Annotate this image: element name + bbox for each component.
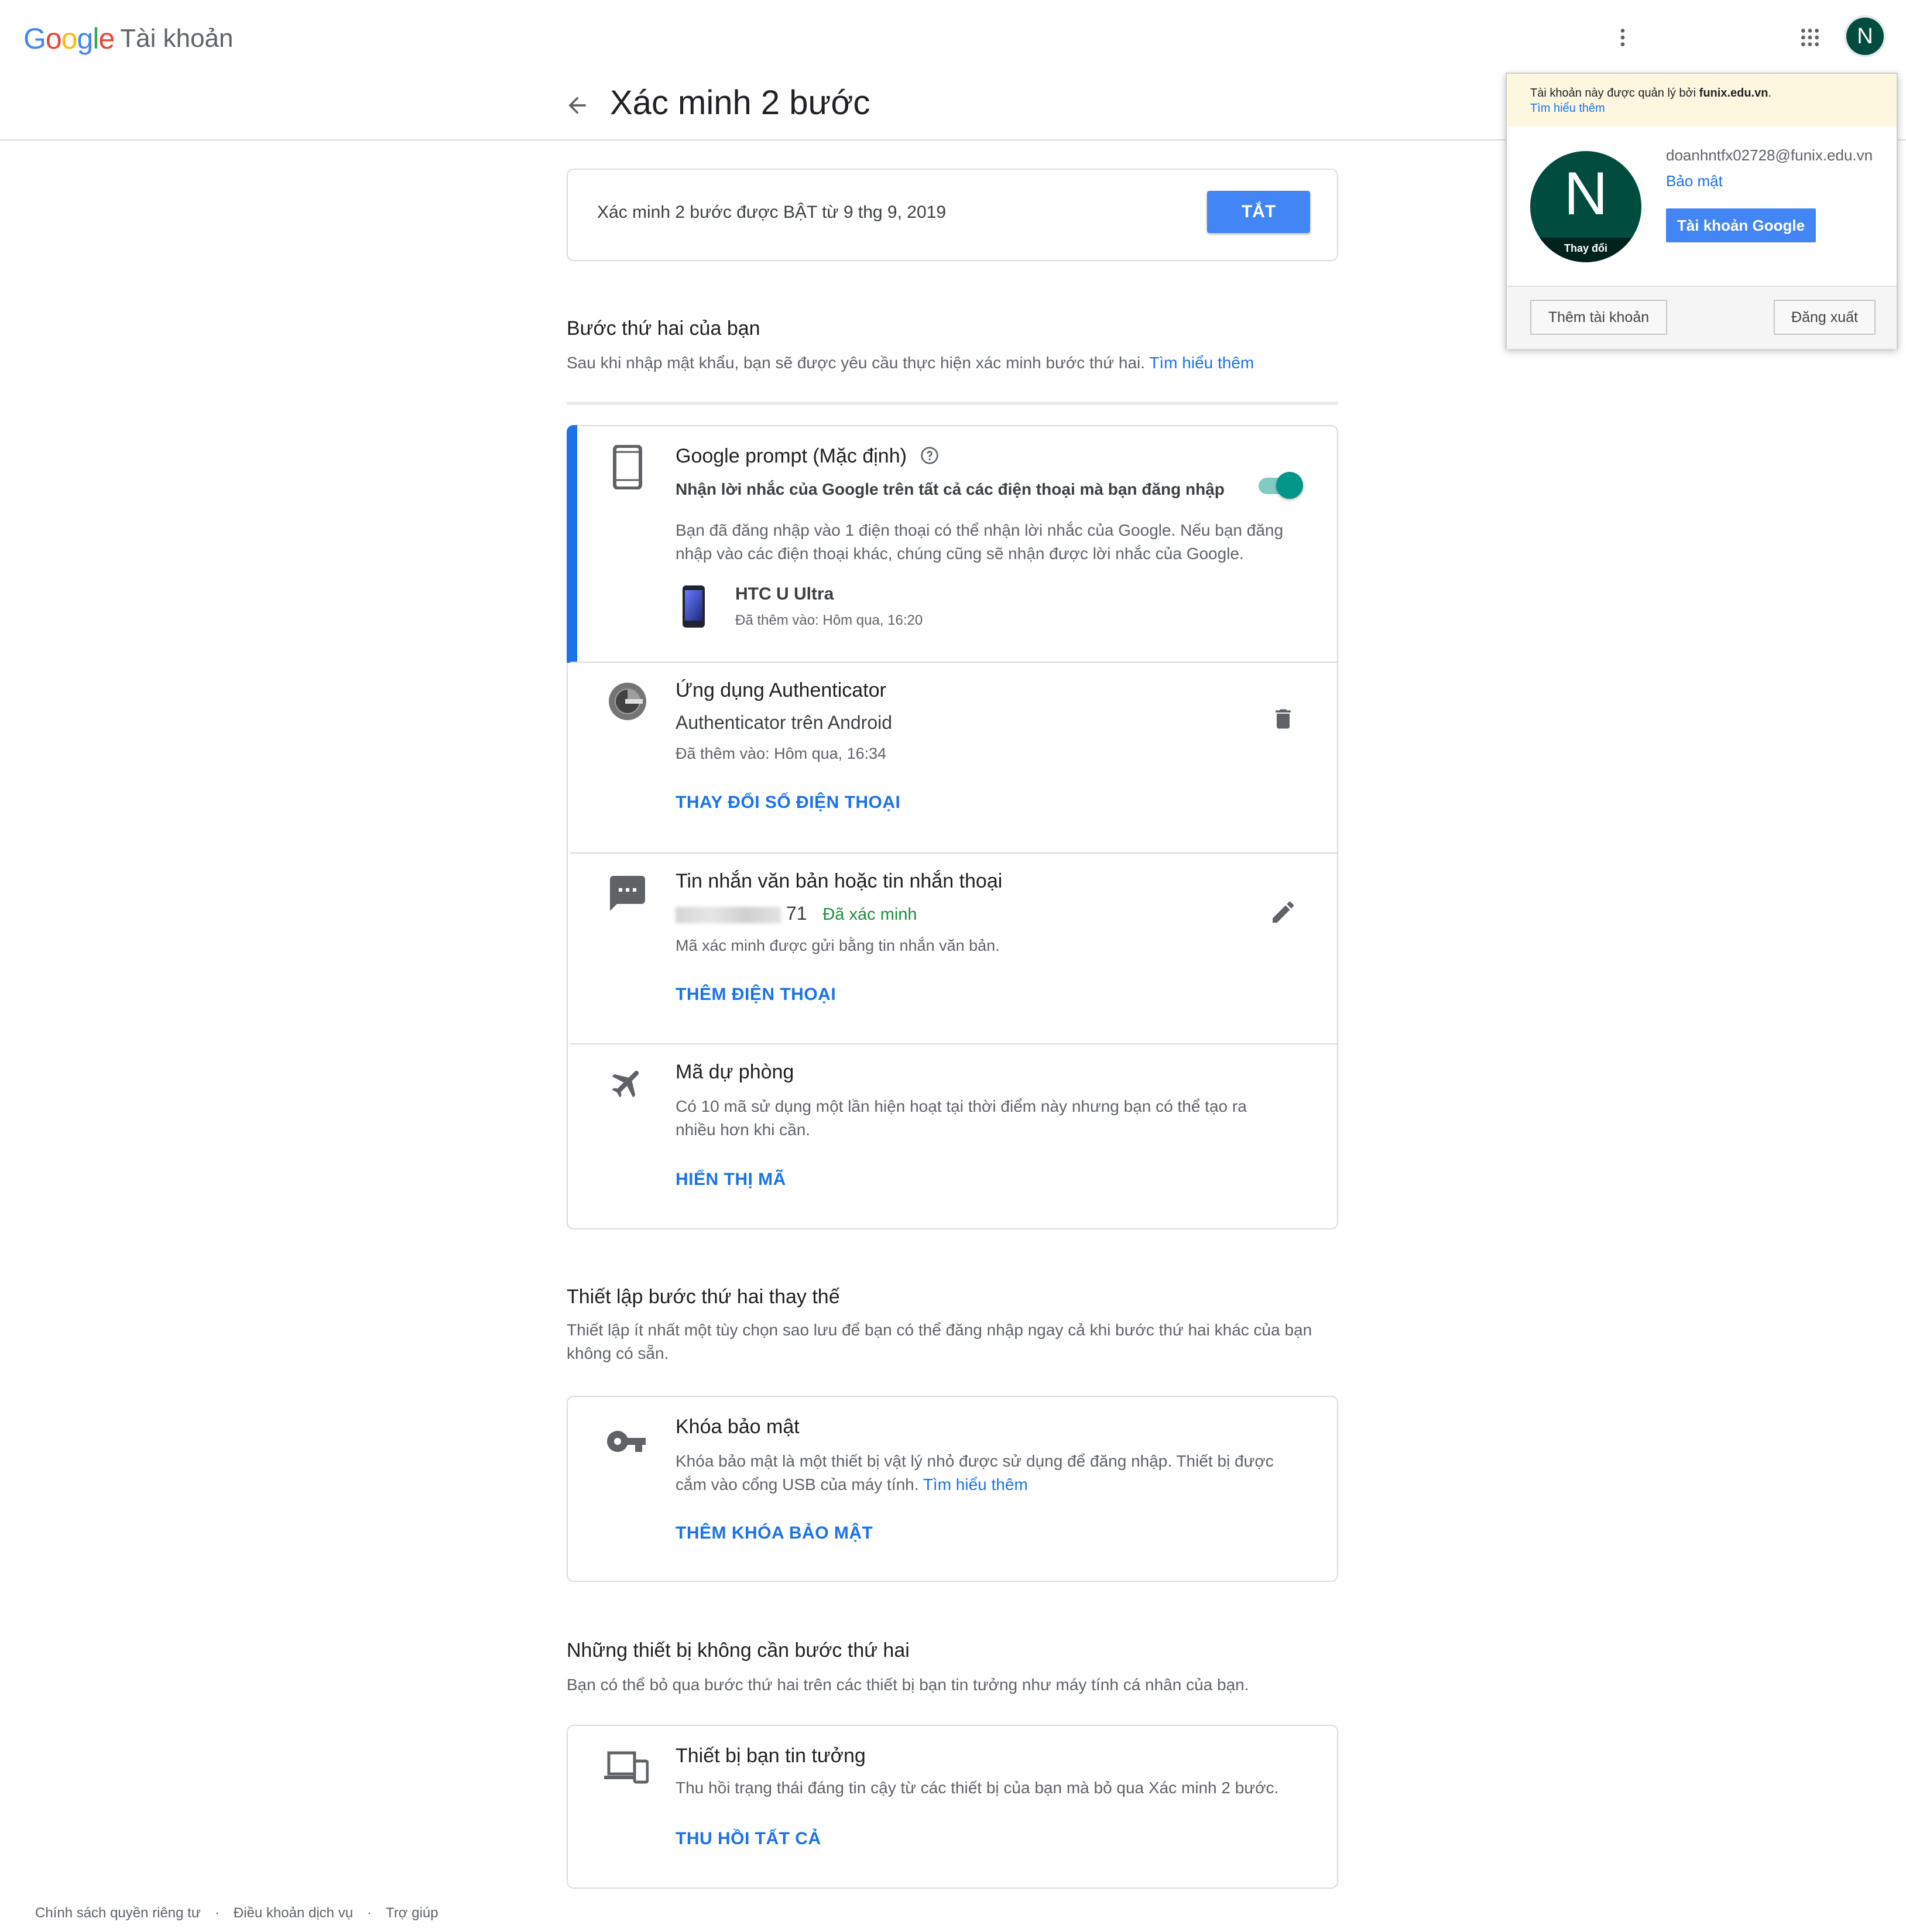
authenticator-subtitle: Authenticator trên Android bbox=[676, 712, 893, 733]
active-option-bar bbox=[567, 425, 577, 663]
product-name: Tài khoản bbox=[120, 24, 234, 53]
security-key-learn-more-link[interactable]: Tìm hiểu thêm bbox=[923, 1475, 1028, 1493]
account-avatar[interactable]: N bbox=[1846, 18, 1884, 55]
add-phone-button[interactable]: THÊM ĐIỆN THOẠI bbox=[676, 985, 836, 1005]
footer-links: Chính sách quyền riêng tư · Điều khoản d… bbox=[35, 1905, 438, 1921]
trusted-section-title: Những thiết bị không cần bước thứ hai bbox=[567, 1639, 910, 1662]
authenticator-added: Đã thêm vào: Hôm qua, 16:34 bbox=[676, 745, 887, 762]
popup-avatar[interactable]: N Thay đổi bbox=[1530, 151, 1641, 262]
show-codes-button[interactable]: HIỂN THỊ MÃ bbox=[676, 1170, 786, 1190]
authenticator-icon bbox=[608, 681, 647, 724]
second-step-options-card: Google prompt (Mặc định) Nhận lời nhắc c… bbox=[567, 425, 1338, 1229]
apps-grid-icon[interactable] bbox=[1792, 20, 1828, 55]
phone-icon bbox=[611, 444, 644, 492]
notice-learn-more-link[interactable]: Tìm hiểu thêm bbox=[1530, 102, 1605, 115]
trusted-devices-desc: Thu hồi trạng thái đáng tin cậy từ các t… bbox=[676, 1779, 1279, 1797]
row-divider bbox=[570, 852, 1337, 854]
sign-out-button[interactable]: Đăng xuất bbox=[1774, 300, 1876, 335]
revoke-all-button[interactable]: THU HỒI TẤT CẢ bbox=[676, 1829, 821, 1849]
phone-suffix: 71 bbox=[786, 903, 807, 924]
row-divider bbox=[570, 662, 1337, 663]
notice-text: Tài khoản này được quản lý bởi bbox=[1530, 87, 1699, 100]
add-account-button[interactable]: Thêm tài khoản bbox=[1530, 300, 1667, 335]
message-icon bbox=[606, 872, 649, 917]
google-prompt-toggle-knob[interactable] bbox=[1276, 472, 1303, 499]
section-divider bbox=[567, 402, 1338, 405]
second-step-title: Bước thứ hai của bạn bbox=[567, 317, 760, 340]
notice-suffix: . bbox=[1768, 87, 1772, 100]
backup-codes-title: Mã dự phòng bbox=[676, 1061, 794, 1083]
security-key-desc: Khóa bảo mật là một thiết bị vật lý nhỏ … bbox=[676, 1450, 1296, 1496]
trusted-devices-title: Thiết bị bạn tin tưởng bbox=[676, 1745, 866, 1767]
htc-device-image bbox=[681, 584, 706, 632]
key-icon bbox=[605, 1420, 647, 1465]
notice-domain: funix.edu.vn bbox=[1699, 87, 1768, 100]
more-options-icon[interactable] bbox=[1605, 20, 1640, 55]
sms-title: Tin nhắn văn bản hoặc tin nhắn thoại bbox=[676, 870, 1003, 892]
device-name: HTC U Ultra bbox=[735, 584, 834, 604]
popup-footer: Thêm tài khoản Đăng xuất bbox=[1507, 286, 1897, 349]
page-title: Xác minh 2 bước bbox=[610, 84, 870, 122]
google-account-button[interactable]: Tài khoản Google bbox=[1666, 208, 1816, 242]
device-added: Đã thêm vào: Hôm qua, 16:20 bbox=[735, 612, 923, 628]
delete-icon[interactable] bbox=[1270, 706, 1296, 735]
google-prompt-title: Google prompt (Mặc định) bbox=[676, 445, 939, 470]
privacy-policy-link[interactable]: Chính sách quyền riêng tư bbox=[35, 1905, 201, 1921]
google-logo: Google bbox=[23, 22, 115, 55]
popup-avatar-letter: N bbox=[1564, 160, 1608, 228]
alternate-desc: Thiết lập ít nhất một tùy chọn sao lưu đ… bbox=[567, 1321, 1312, 1362]
account-popup: Tài khoản này được quản lý bởi funix.edu… bbox=[1506, 73, 1898, 349]
devices-icon bbox=[604, 1749, 649, 1787]
second-step-desc-text: Sau khi nhập mật khẩu, bạn sẽ được yêu c… bbox=[567, 354, 1146, 372]
trusted-section-desc: Bạn có thể bỏ qua bước thứ hai trên các … bbox=[567, 1676, 1249, 1694]
status-card: Xác minh 2 bước được BẬT từ 9 thg 9, 201… bbox=[567, 169, 1338, 261]
row-divider bbox=[570, 1043, 1337, 1044]
sms-phone-line: 71 Đã xác minh bbox=[676, 903, 917, 924]
edit-pencil-icon[interactable] bbox=[1269, 898, 1297, 929]
turn-off-button[interactable]: TẮT bbox=[1207, 191, 1310, 233]
airplane-icon bbox=[609, 1064, 646, 1105]
authenticator-title: Ứng dụng Authenticator bbox=[676, 679, 886, 701]
change-phone-button[interactable]: THAY ĐỔI SỐ ĐIỆN THOẠI bbox=[676, 793, 900, 813]
help-icon[interactable] bbox=[920, 446, 939, 470]
add-security-key-button[interactable]: THÊM KHÓA BẢO MẬT bbox=[676, 1523, 873, 1543]
account-email: doanhntfx02728@funix.edu.vn bbox=[1666, 146, 1873, 164]
backup-codes-desc: Có 10 mã sử dụng một lần hiện hoạt tại t… bbox=[676, 1097, 1247, 1139]
verified-label: Đã xác minh bbox=[822, 905, 917, 924]
alternate-title: Thiết lập bước thứ hai thay thế bbox=[567, 1286, 840, 1308]
second-step-desc: Sau khi nhập mật khẩu, bạn sẽ được yêu c… bbox=[567, 351, 1338, 375]
footer-separator: · bbox=[214, 1905, 220, 1921]
google-account-logo[interactable]: Google Tài khoản bbox=[23, 20, 234, 57]
back-arrow-icon[interactable] bbox=[564, 93, 590, 118]
trusted-devices-card: Thiết bị bạn tin tưởng Thu hồi trạng thá… bbox=[567, 1725, 1338, 1889]
footer-separator: · bbox=[367, 1905, 372, 1921]
help-link[interactable]: Trợ giúp bbox=[386, 1905, 438, 1921]
security-key-card: Khóa bảo mật Khóa bảo mật là một thiết b… bbox=[567, 1396, 1338, 1582]
google-prompt-desc: Bạn đã đăng nhập vào 1 điện thoại có thể… bbox=[676, 521, 1284, 563]
security-key-title: Khóa bảo mật bbox=[676, 1416, 800, 1438]
sms-desc: Mã xác minh được gửi bằng tin nhắn văn b… bbox=[676, 937, 1000, 954]
status-text: Xác minh 2 bước được BẬT từ 9 thg 9, 201… bbox=[597, 203, 947, 222]
terms-link[interactable]: Điều khoản dịch vụ bbox=[234, 1905, 353, 1921]
change-photo-label[interactable]: Thay đổi bbox=[1530, 238, 1641, 262]
managed-notice: Tài khoản này được quản lý bởi funix.edu… bbox=[1507, 74, 1897, 126]
google-prompt-subtitle: Nhận lời nhắc của Google trên tất cả các… bbox=[676, 480, 1225, 498]
google-prompt-title-text: Google prompt (Mặc định) bbox=[676, 445, 907, 467]
security-link[interactable]: Bảo mật bbox=[1666, 172, 1723, 190]
second-step-learn-more-link[interactable]: Tìm hiểu thêm bbox=[1149, 354, 1254, 372]
blurred-phone-number bbox=[676, 906, 781, 923]
